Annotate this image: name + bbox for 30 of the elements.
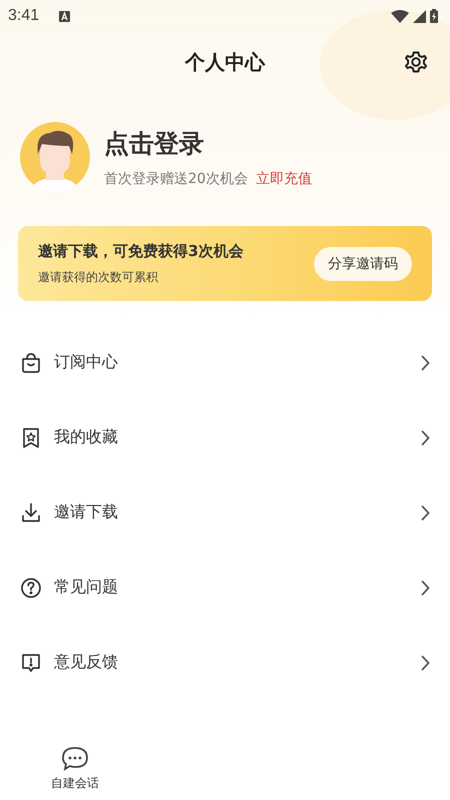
bonus-note: 首次登录赠送20次机会 bbox=[104, 170, 248, 188]
menu-item[interactable]: 常见问题 bbox=[0, 550, 450, 625]
wifi-icon bbox=[391, 10, 409, 22]
avatar[interactable] bbox=[20, 122, 90, 192]
invite-subtitle: 邀请获得的次数可累积 bbox=[38, 268, 159, 286]
chevron-icon bbox=[421, 504, 430, 520]
help-icon bbox=[21, 578, 41, 598]
invite-title: 邀请下载，可免费获得3次机会 bbox=[38, 242, 244, 260]
page-title: 个人中心 bbox=[185, 48, 265, 76]
bookmark-star-icon bbox=[23, 428, 39, 448]
chevron-icon bbox=[421, 430, 430, 446]
chat-bubble-icon bbox=[61, 746, 89, 772]
chevron-icon bbox=[421, 354, 430, 370]
feedback-icon bbox=[22, 654, 40, 672]
login-link[interactable]: 点击登录 bbox=[104, 126, 312, 160]
notification-icon bbox=[59, 10, 70, 22]
menu-item[interactable]: 邀请下载 bbox=[0, 475, 450, 550]
menu-item[interactable]: 我的收藏 bbox=[0, 400, 450, 475]
menu-item[interactable]: 意见反馈 bbox=[0, 625, 450, 700]
recharge-link[interactable]: 立即充值 bbox=[256, 170, 312, 188]
chevron-icon bbox=[421, 654, 430, 670]
battery-icon bbox=[430, 9, 438, 23]
chat-tab[interactable]: 自建会话 bbox=[0, 738, 150, 800]
status-time: 3:41 bbox=[8, 7, 40, 25]
share-invite-code-button[interactable]: 分享邀请码 bbox=[314, 246, 412, 280]
menu-item[interactable]: 订阅中心 bbox=[0, 325, 450, 400]
signal-icon bbox=[413, 10, 426, 22]
download-icon bbox=[22, 502, 40, 522]
bag-icon bbox=[22, 352, 40, 372]
chevron-icon bbox=[421, 580, 430, 596]
